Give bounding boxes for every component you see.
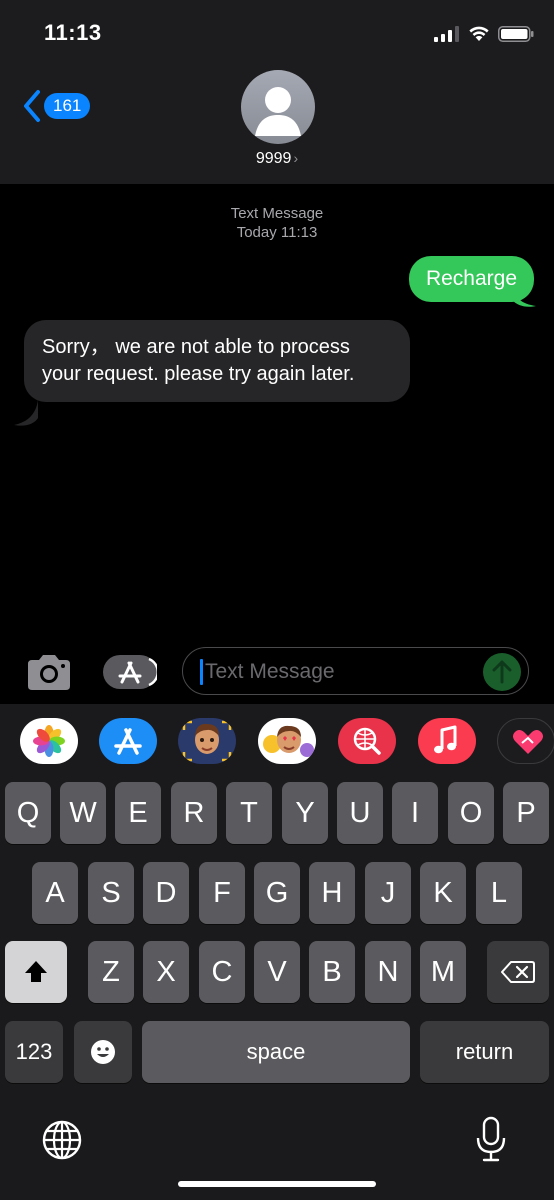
camera-icon <box>28 655 70 690</box>
cellular-signal-icon <box>434 26 459 42</box>
service-label: Text Message <box>230 205 324 222</box>
message-input-placeholder: Text Message <box>205 660 335 683</box>
wifi-icon <box>469 26 489 41</box>
key-c[interactable]: C <box>199 941 245 1003</box>
key-t[interactable]: T <box>226 782 272 844</box>
contact-avatar[interactable] <box>241 70 315 144</box>
battery-icon <box>498 26 534 42</box>
key-y[interactable]: Y <box>282 782 328 844</box>
key-o[interactable]: O <box>448 782 494 844</box>
chevron-right-icon: › <box>293 150 299 166</box>
back-button[interactable]: 161 <box>22 88 91 124</box>
key-r[interactable]: R <box>171 782 217 844</box>
key-l[interactable]: L <box>476 862 522 924</box>
delete-icon <box>501 961 535 983</box>
numbers-key[interactable]: 123 <box>5 1021 63 1083</box>
animoji-stickers-app-button[interactable] <box>258 718 316 764</box>
key-s[interactable]: S <box>88 862 134 924</box>
received-message-bubble[interactable]: Sorry， we are not able to process your r… <box>24 320 410 402</box>
globe-button[interactable] <box>40 1118 84 1167</box>
digital-touch-app-icon <box>513 730 543 754</box>
key-v[interactable]: V <box>254 941 300 1003</box>
photos-app-button[interactable] <box>20 718 78 764</box>
key-p[interactable]: P <box>503 782 549 844</box>
microphone-icon <box>476 1116 506 1162</box>
photos-app-icon <box>33 725 65 757</box>
sent-message-bubble[interactable]: Recharge <box>408 256 534 302</box>
memoji-app-icon <box>178 718 236 764</box>
contact-name-button[interactable]: 9999 › <box>0 150 554 168</box>
key-f[interactable]: F <box>199 862 245 924</box>
dictation-button[interactable] <box>474 1116 508 1169</box>
thread-metadata: Text Message Today 11:13 <box>0 204 554 242</box>
app-store-app-button[interactable] <box>99 718 157 764</box>
memoji-app-button[interactable] <box>178 718 236 764</box>
unread-count-badge: 161 <box>44 93 91 119</box>
shift-key[interactable] <box>5 941 67 1003</box>
app-store-app-icon <box>114 728 142 755</box>
music-app-icon <box>434 725 457 754</box>
key-i[interactable]: I <box>392 782 438 844</box>
key-b[interactable]: B <box>309 941 355 1003</box>
chevron-left-icon <box>24 90 40 122</box>
text-cursor <box>200 659 203 685</box>
key-x[interactable]: X <box>143 941 189 1003</box>
app-store-button[interactable] <box>103 655 159 689</box>
emoji-icon <box>91 1040 115 1064</box>
key-a[interactable]: A <box>32 862 78 924</box>
send-button[interactable] <box>483 653 521 691</box>
web-search-app-icon <box>353 727 381 755</box>
received-bubble-tail <box>14 400 38 426</box>
return-key[interactable]: return <box>420 1021 549 1083</box>
key-h[interactable]: H <box>309 862 355 924</box>
animoji-stickers-app-icon <box>263 725 314 757</box>
status-time: 11:13 <box>44 20 102 45</box>
space-key[interactable]: space <box>142 1021 410 1083</box>
web-search-app-button[interactable] <box>338 718 396 764</box>
key-n[interactable]: N <box>365 941 411 1003</box>
key-z[interactable]: Z <box>88 941 134 1003</box>
key-j[interactable]: J <box>365 862 411 924</box>
key-u[interactable]: U <box>337 782 383 844</box>
digital-touch-app-button[interactable] <box>497 718 554 764</box>
camera-button[interactable] <box>24 652 74 692</box>
timestamp-label: Today 11:13 <box>236 224 318 241</box>
app-store-icon <box>118 657 159 687</box>
key-e[interactable]: E <box>115 782 161 844</box>
key-d[interactable]: D <box>143 862 189 924</box>
key-m[interactable]: M <box>420 941 466 1003</box>
contact-name: 9999 <box>255 150 292 167</box>
key-q[interactable]: Q <box>5 782 51 844</box>
music-app-button[interactable] <box>418 718 476 764</box>
key-w[interactable]: W <box>60 782 106 844</box>
send-arrow-icon <box>492 660 512 684</box>
home-indicator[interactable] <box>178 1181 376 1187</box>
emoji-key[interactable] <box>74 1021 132 1083</box>
key-g[interactable]: G <box>254 862 300 924</box>
shift-icon <box>25 961 47 982</box>
delete-key[interactable] <box>487 941 549 1003</box>
globe-icon <box>42 1120 82 1160</box>
person-icon <box>255 87 301 136</box>
key-k[interactable]: K <box>420 862 466 924</box>
